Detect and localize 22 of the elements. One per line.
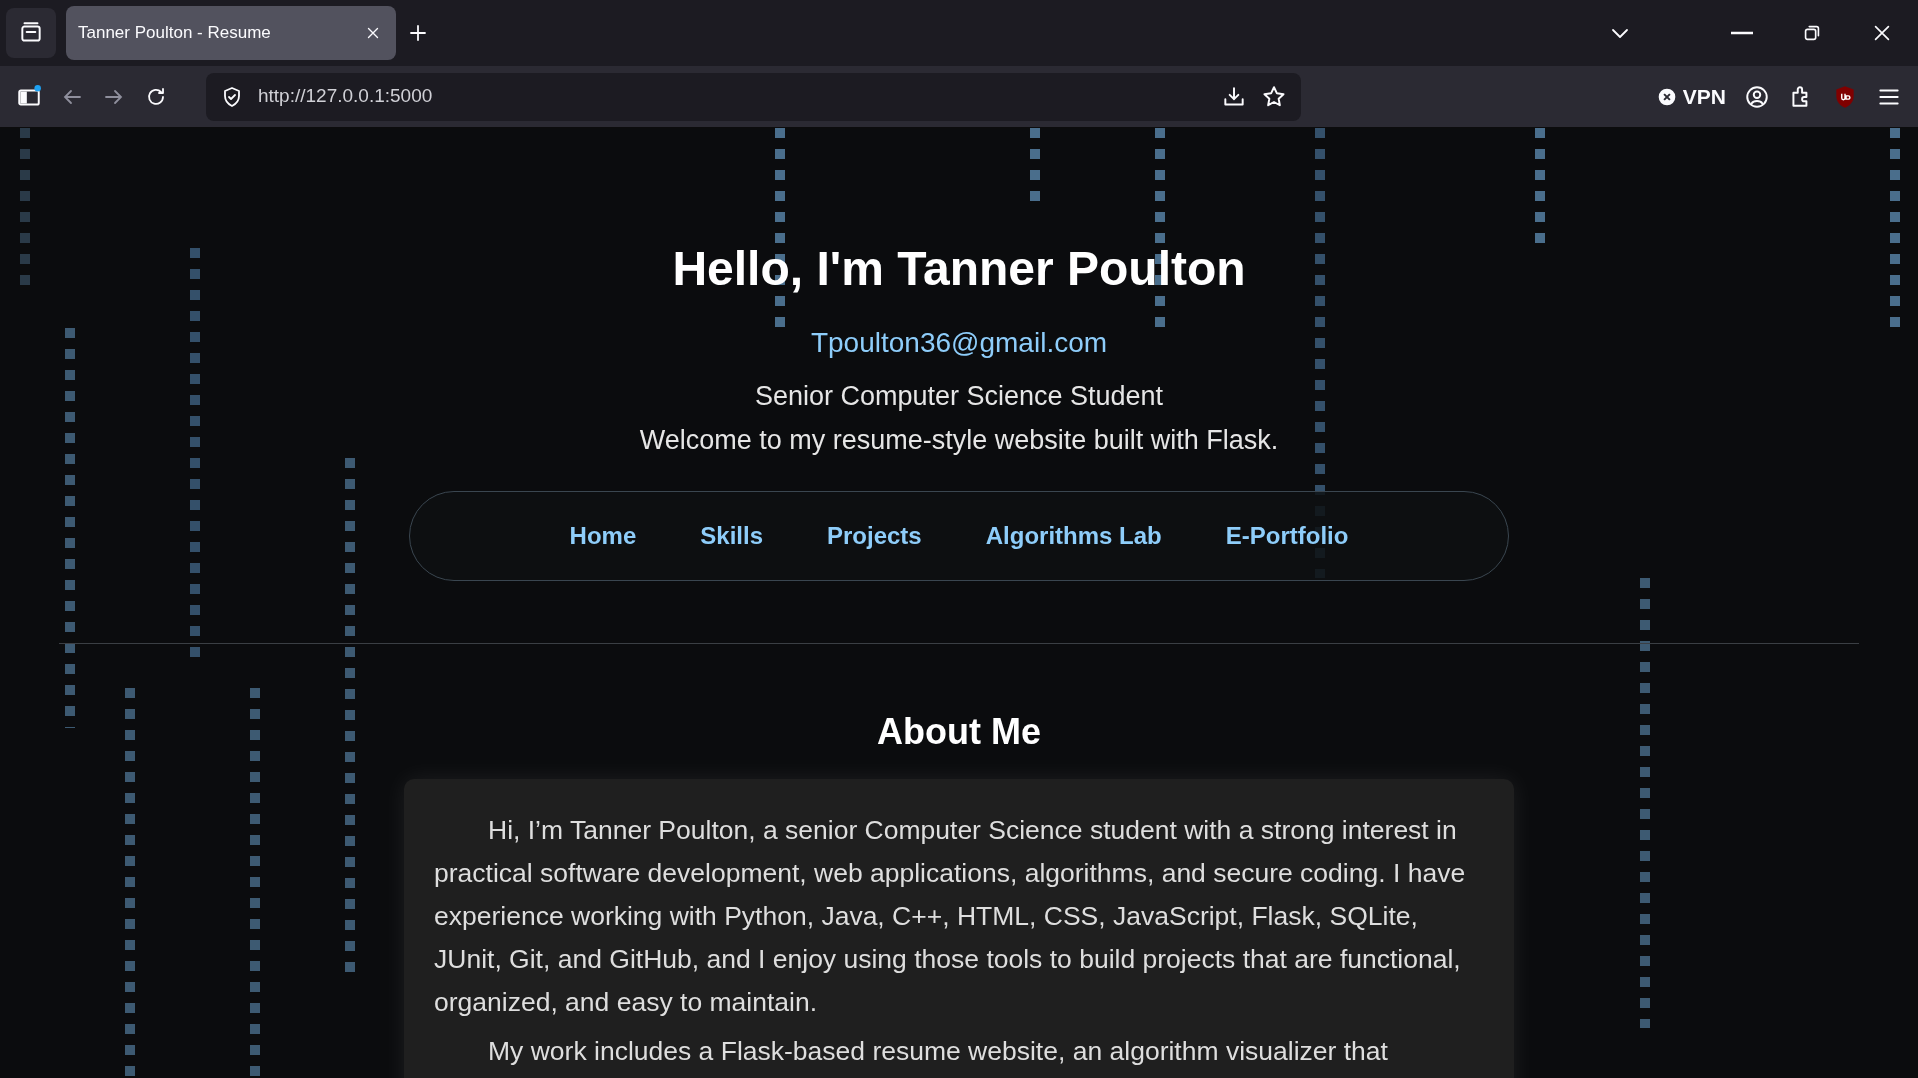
section-heading: About Me	[877, 709, 1041, 753]
address-bar[interactable]: http://127.0.0.1:5000	[206, 72, 1301, 121]
minimize-icon	[1731, 30, 1753, 36]
paragraph-text: Hi, I’m Tanner Poulton, a senior Computer Science student with a strong interest in practical software development, web applications, algorithms, and secure coding. I have experience working with Python, Java, C++, HTML, CSS, JavaScript, Flask, SQLite, JUnit, Git, and GitHub, and I enjoy using those tools to build projects that are functional, organized, and easy to maintain.	[434, 813, 1467, 1019]
account-button[interactable]	[1744, 83, 1770, 110]
page-title: Hello, I'm Tanner Poulton	[672, 241, 1246, 297]
welcome-text: Welcome to my resume-style website built with Flask.	[639, 424, 1279, 458]
email-link[interactable]: Tpoulton36@gmail.com	[810, 321, 1108, 364]
nav-link[interactable]: Home	[569, 517, 637, 554]
close-icon	[1656, 86, 1677, 107]
tab-title: Tanner Poulton - Resume	[78, 22, 271, 45]
nav-link[interactable]: E-Portfolio	[1225, 517, 1349, 554]
browser-tab[interactable]: Tanner Poulton - Resume	[66, 6, 396, 60]
tab-manager-button[interactable]	[6, 8, 56, 58]
user-circle-icon	[1744, 83, 1770, 110]
subtitle-text: Senior Computer Science Student	[754, 379, 1164, 413]
nav-link[interactable]: Algorithms Lab	[985, 517, 1162, 554]
paragraph-text: My work includes a Flask-based resume website, an algorithm visualizer that	[487, 1034, 1389, 1068]
nav-link[interactable]: Skills	[700, 517, 763, 554]
nav-link[interactable]: Projects	[827, 517, 922, 554]
url-text: http://127.0.0.1:5000	[258, 84, 433, 109]
vpn-button[interactable]: VPN	[1656, 80, 1726, 113]
